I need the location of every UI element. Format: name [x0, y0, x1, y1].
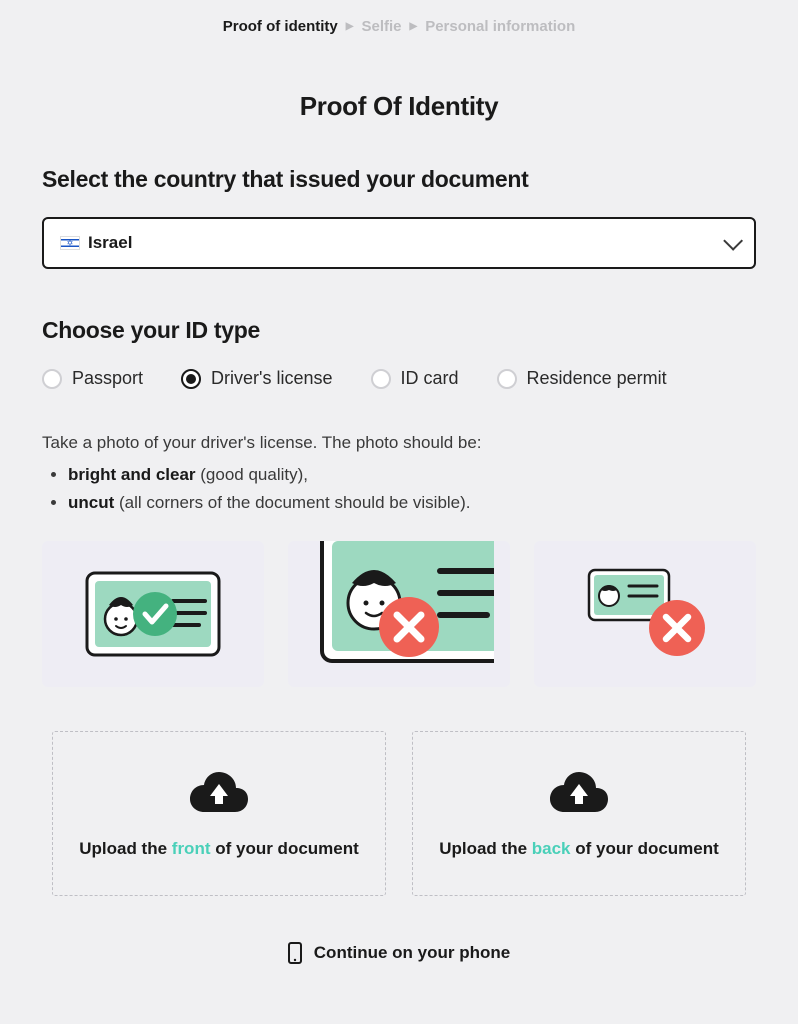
flag-israel-icon	[60, 236, 80, 250]
example-bad-small	[534, 541, 756, 687]
chevron-down-icon	[723, 231, 743, 251]
upload-text-prefix: Upload the	[79, 839, 172, 858]
radio-icon	[497, 369, 517, 389]
radio-icon	[42, 369, 62, 389]
breadcrumb-step-selfie: Selfie	[361, 18, 401, 35]
country-select[interactable]: Israel	[42, 217, 756, 269]
radio-label: ID card	[401, 368, 459, 389]
instructions-lead: Take a photo of your driver's license. T…	[42, 433, 756, 453]
upload-text-prefix: Upload the	[439, 839, 532, 858]
upload-back[interactable]: Upload the back of your document	[412, 731, 746, 896]
id-small-icon	[565, 554, 725, 674]
radio-id-card[interactable]: ID card	[371, 368, 459, 389]
phone-icon	[288, 942, 302, 964]
cloud-upload-icon	[548, 770, 610, 814]
country-label: Select the country that issued your docu…	[42, 166, 756, 193]
requirement-item: bright and clear (good quality),	[68, 465, 756, 485]
breadcrumb-step-personal: Personal information	[425, 18, 575, 35]
requirement-bold: bright and clear	[68, 465, 196, 484]
country-name: Israel	[88, 233, 132, 253]
upload-text-highlight: back	[532, 839, 571, 858]
idtype-label: Choose your ID type	[42, 317, 756, 344]
upload-text-suffix: of your document	[571, 839, 719, 858]
cloud-upload-icon	[188, 770, 250, 814]
radio-driver-license[interactable]: Driver's license	[181, 368, 332, 389]
requirement-rest: (good quality),	[196, 465, 308, 484]
upload-back-text: Upload the back of your document	[433, 837, 725, 861]
breadcrumb: Proof of identity ▶ Selfie ▶ Personal in…	[42, 18, 756, 35]
idtype-radio-group: Passport Driver's license ID card Reside…	[42, 368, 756, 389]
radio-residence-permit[interactable]: Residence permit	[497, 368, 667, 389]
requirement-bold: uncut	[68, 493, 114, 512]
example-good	[42, 541, 264, 687]
radio-icon	[371, 369, 391, 389]
continue-on-phone-label: Continue on your phone	[314, 943, 510, 963]
id-good-icon	[73, 559, 233, 669]
country-selected: Israel	[60, 233, 132, 253]
page-title: Proof Of Identity	[42, 91, 756, 122]
radio-passport[interactable]: Passport	[42, 368, 143, 389]
chevron-right-icon: ▶	[410, 21, 418, 32]
requirement-rest: (all corners of the document should be v…	[114, 493, 470, 512]
upload-text-highlight: front	[172, 839, 211, 858]
page-root: Proof of identity ▶ Selfie ▶ Personal in…	[0, 0, 798, 1024]
radio-icon	[181, 369, 201, 389]
breadcrumb-step-identity: Proof of identity	[223, 18, 338, 35]
upload-row: Upload the front of your document Upload…	[42, 731, 756, 896]
requirements-list: bright and clear (good quality), uncut (…	[42, 465, 756, 513]
example-bad-cropped	[288, 541, 510, 687]
radio-label: Passport	[72, 368, 143, 389]
requirement-item: uncut (all corners of the document shoul…	[68, 493, 756, 513]
idtype-section: Choose your ID type Passport Driver's li…	[42, 317, 756, 389]
radio-label: Residence permit	[527, 368, 667, 389]
upload-text-suffix: of your document	[211, 839, 359, 858]
continue-on-phone-link[interactable]: Continue on your phone	[42, 942, 756, 964]
upload-front[interactable]: Upload the front of your document	[52, 731, 386, 896]
radio-label: Driver's license	[211, 368, 332, 389]
chevron-right-icon: ▶	[346, 21, 354, 32]
id-cropped-icon	[304, 541, 494, 687]
example-images-row	[42, 541, 756, 687]
upload-front-text: Upload the front of your document	[73, 837, 365, 861]
